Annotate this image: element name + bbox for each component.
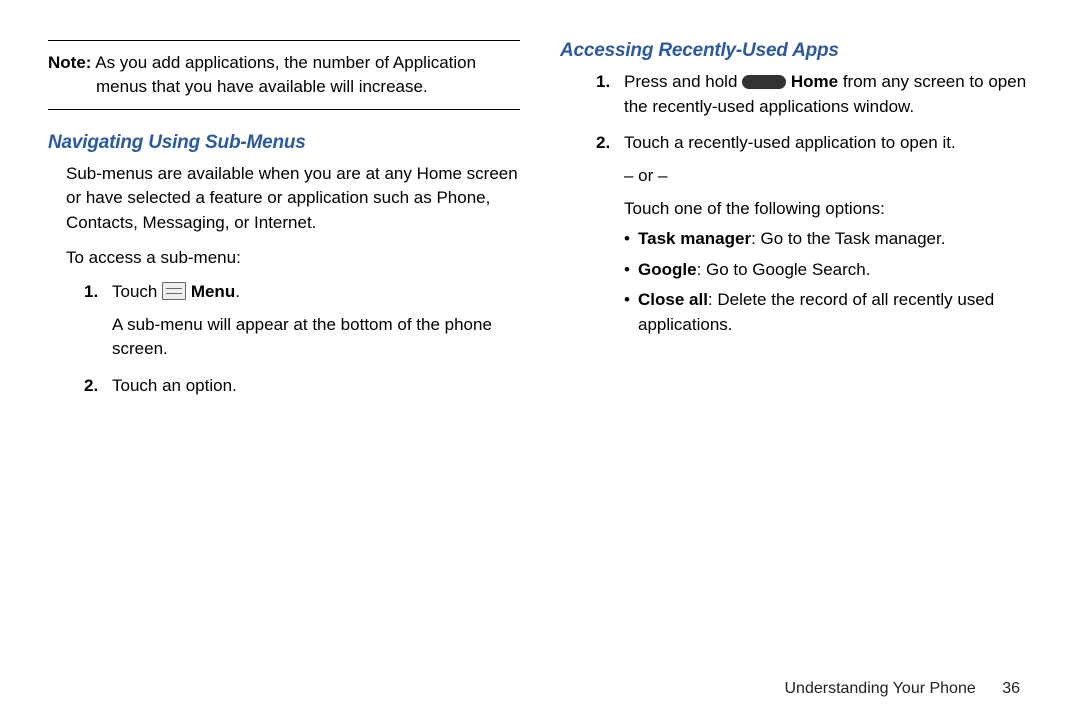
note-text-line1: As you add applications, the number of A… <box>91 53 476 72</box>
step-text-bold: Menu <box>186 282 235 301</box>
option-bold: Google <box>638 260 697 279</box>
page-content: Note: As you add applications, the numbe… <box>0 0 1080 640</box>
step-sub: A sub-menu will appear at the bottom of … <box>112 313 520 362</box>
recent-steps: 1. Press and hold Home from any screen t… <box>560 70 1032 338</box>
option-text: : Go to Google Search. <box>697 260 871 279</box>
step-number: 2. <box>596 131 610 156</box>
left-column: Note: As you add applications, the numbe… <box>48 40 520 600</box>
menu-icon <box>162 282 186 300</box>
option-bold: Task manager <box>638 229 751 248</box>
option-close-all: Close all: Delete the record of all rece… <box>624 288 1032 337</box>
step-text-bold: Home <box>786 72 838 91</box>
step-text-pre: Touch a recently-used application to ope… <box>624 133 956 152</box>
step-text-pre: Touch an option. <box>112 376 237 395</box>
heading-recent-apps: Accessing Recently-Used Apps <box>560 40 1032 62</box>
step-text-pre: Touch <box>112 282 162 301</box>
footer-section: Understanding Your Phone <box>784 680 975 697</box>
options-list: Task manager: Go to the Task manager. Go… <box>624 227 1032 338</box>
step-number: 1. <box>596 70 610 95</box>
option-bold: Close all <box>638 290 708 309</box>
recent-step-2: 2. Touch a recently-used application to … <box>596 131 1032 337</box>
step-text-post: . <box>235 282 240 301</box>
step-number: 2. <box>84 374 98 399</box>
submenu-access-line: To access a sub-menu: <box>66 246 520 271</box>
note-text-line2: menus that you have available will incre… <box>96 77 428 96</box>
step-follow: Touch one of the following options: <box>624 197 1032 222</box>
step-or: – or – <box>624 164 1032 189</box>
option-task-manager: Task manager: Go to the Task manager. <box>624 227 1032 252</box>
recent-step-1: 1. Press and hold Home from any screen t… <box>596 70 1032 119</box>
option-google: Google: Go to Google Search. <box>624 258 1032 283</box>
heading-navigating-submenus: Navigating Using Sub-Menus <box>48 132 520 154</box>
option-text: : Go to the Task manager. <box>751 229 945 248</box>
note-box: Note: As you add applications, the numbe… <box>48 40 520 110</box>
page-footer: Understanding Your Phone 36 <box>784 680 1020 698</box>
submenu-steps: 1. Touch Menu. A sub-menu will appear at… <box>48 280 520 399</box>
home-icon <box>742 75 786 89</box>
footer-page-number: 36 <box>1002 680 1020 697</box>
submenu-step-2: 2. Touch an option. <box>84 374 520 399</box>
note-label: Note: <box>48 53 91 72</box>
submenu-intro: Sub-menus are available when you are at … <box>66 162 520 236</box>
submenu-step-1: 1. Touch Menu. A sub-menu will appear at… <box>84 280 520 362</box>
step-number: 1. <box>84 280 98 305</box>
right-column: Accessing Recently-Used Apps 1. Press an… <box>560 40 1032 600</box>
step-text-pre: Press and hold <box>624 72 742 91</box>
